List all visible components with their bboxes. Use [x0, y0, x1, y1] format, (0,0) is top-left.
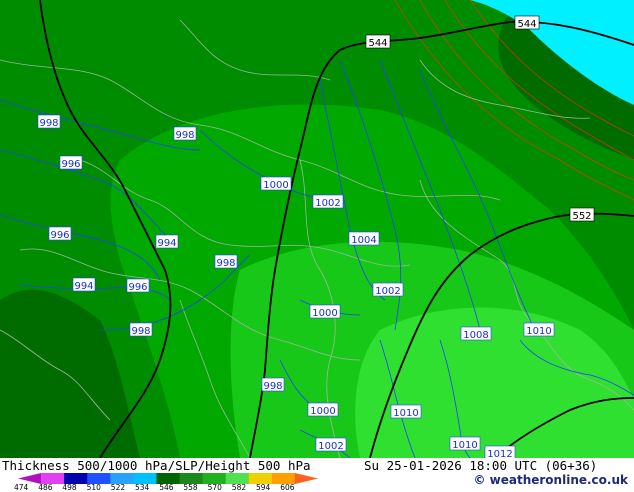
- pressure-label: 1010: [390, 404, 422, 419]
- svg-text:1000: 1000: [312, 308, 337, 319]
- svg-text:998: 998: [175, 130, 194, 141]
- weather-map: 544 544 552 998 998 996 996 994 994 996 998 998 998…: [0, 0, 634, 458]
- svg-text:998: 998: [39, 118, 58, 129]
- svg-text:1008: 1008: [463, 330, 488, 341]
- svg-text:994: 994: [74, 281, 93, 292]
- svg-text:1012: 1012: [487, 449, 512, 458]
- legend-tick: 486: [38, 483, 53, 492]
- pressure-label: 994: [155, 234, 179, 249]
- svg-text:1000: 1000: [310, 406, 335, 417]
- pressure-label: 1008: [460, 326, 492, 341]
- svg-text:996: 996: [50, 230, 69, 241]
- legend-tick: 546: [159, 483, 174, 492]
- legend-tick: 510: [86, 483, 101, 492]
- pressure-label: 1000: [309, 304, 341, 319]
- legend-tick: 534: [135, 483, 150, 492]
- pressure-label: 1010: [523, 322, 555, 337]
- legend-tick: 570: [207, 483, 222, 492]
- svg-text:996: 996: [61, 159, 80, 170]
- svg-text:1002: 1002: [318, 441, 343, 452]
- pressure-label: 996: [59, 155, 83, 170]
- svg-text:1010: 1010: [526, 326, 551, 337]
- pressure-label: 1002: [315, 437, 347, 452]
- svg-text:1010: 1010: [452, 440, 477, 451]
- legend-tick: 594: [256, 483, 271, 492]
- weather-chart: 544 544 552 998 998 996 996 994 994 996 998 998 998…: [0, 0, 634, 492]
- svg-text:1004: 1004: [351, 235, 376, 246]
- svg-text:998: 998: [216, 258, 235, 269]
- height-label: 544: [365, 34, 391, 49]
- svg-text:994: 994: [157, 238, 176, 249]
- pressure-label: 1012: [484, 445, 516, 458]
- pressure-label: 1010: [449, 436, 481, 451]
- pressure-label: 998: [37, 114, 61, 129]
- legend-tick: 558: [183, 483, 198, 492]
- pressure-label: 998: [129, 322, 153, 337]
- legend-tick: 522: [110, 483, 126, 492]
- height-label: 544: [514, 15, 540, 30]
- pressure-label: 998: [214, 254, 238, 269]
- pressure-label: 1000: [260, 176, 292, 191]
- svg-text:998: 998: [131, 326, 150, 337]
- svg-text:1000: 1000: [263, 180, 288, 191]
- svg-text:552: 552: [572, 211, 591, 222]
- svg-text:996: 996: [128, 282, 147, 293]
- legend-tick: 606: [280, 483, 295, 492]
- svg-text:998: 998: [263, 381, 282, 392]
- pressure-label: 1000: [307, 402, 339, 417]
- svg-text:544: 544: [517, 19, 536, 30]
- pressure-label: 998: [173, 126, 197, 141]
- height-label: 552: [569, 207, 595, 222]
- footer: Thickness 500/1000 hPa/SLP/Height 500 hP…: [0, 458, 634, 492]
- legend-tick: 498: [62, 483, 77, 492]
- legend-tick: 582: [231, 483, 247, 492]
- pressure-label: 1002: [312, 194, 344, 209]
- legend-tick: 474: [14, 483, 29, 492]
- pressure-label: 996: [48, 226, 72, 241]
- svg-text:544: 544: [368, 38, 387, 49]
- svg-text:1002: 1002: [315, 198, 340, 209]
- pressure-label: 996: [126, 278, 150, 293]
- pressure-label: 1002: [372, 282, 404, 297]
- svg-text:1010: 1010: [393, 408, 418, 419]
- svg-text:1002: 1002: [375, 286, 400, 297]
- valid-time: Su 25-01-2026 18:00 UTC (06+36): [364, 458, 598, 473]
- pressure-label: 994: [72, 277, 96, 292]
- chart-title: Thickness 500/1000 hPa/SLP/Height 500 hP…: [2, 458, 311, 473]
- thickness-shading: [0, 0, 634, 458]
- pressure-label: 1004: [348, 231, 380, 246]
- pressure-label: 998: [261, 377, 285, 392]
- credit-link[interactable]: © weatheronline.co.uk: [473, 473, 628, 487]
